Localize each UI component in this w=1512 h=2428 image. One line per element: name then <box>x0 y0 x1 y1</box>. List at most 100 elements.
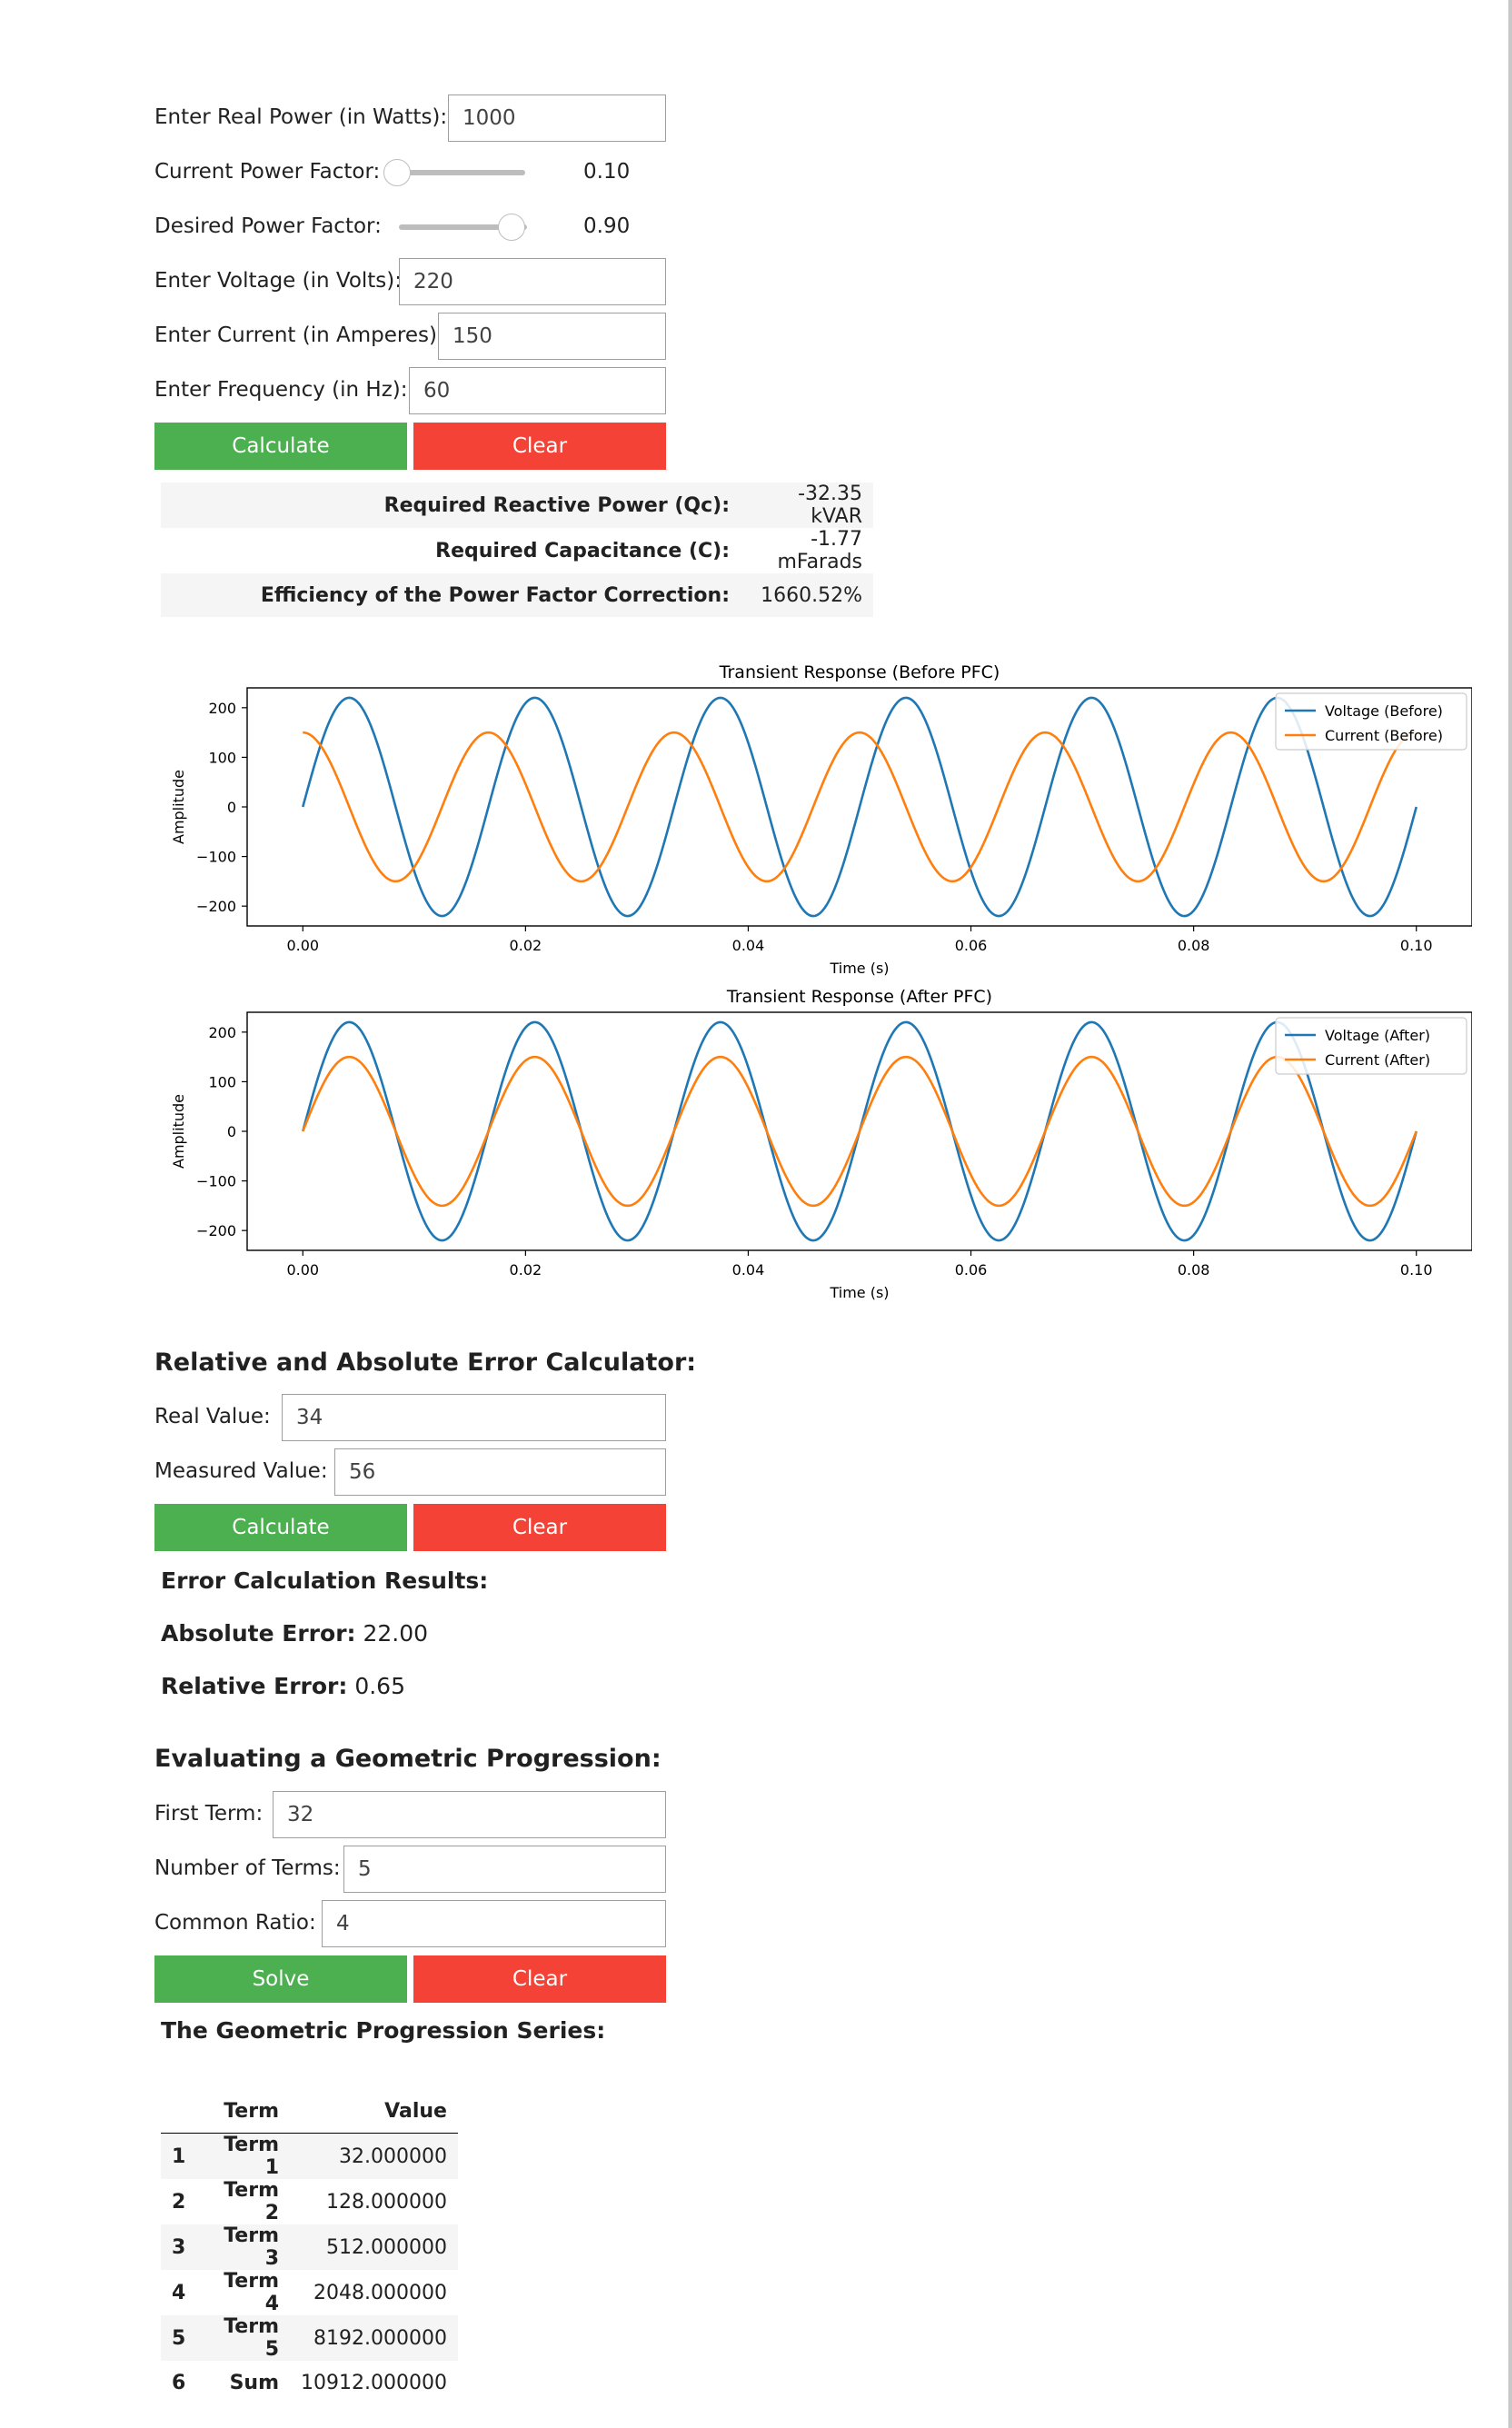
chart-after-pfc: Transient Response (After PFC) 0.00 0.02 0.… <box>170 987 1472 1301</box>
real-power-input[interactable] <box>448 95 666 142</box>
result-key: Required Reactive Power (Qc): <box>383 493 730 517</box>
legend-label: Voltage (Before) <box>1325 702 1443 720</box>
absolute-error-line: Absolute Error: 22.00 <box>161 1620 428 1647</box>
row-value: 2048.000000 <box>313 2281 447 2304</box>
row-value: 512.000000 <box>326 2235 447 2259</box>
y-tick-label: 100 <box>208 749 236 766</box>
real-value-input[interactable] <box>282 1394 666 1441</box>
y-tick-label: −100 <box>196 849 236 866</box>
geo-heading: Evaluating a Geometric Progression: <box>154 1745 662 1773</box>
x-tick-label: 0.00 <box>286 937 319 954</box>
real-value-label: Real Value: <box>154 1405 271 1428</box>
app-page: Enter Real Power (in Watts): Current Pow… <box>0 0 1510 2428</box>
y-tick-label: −200 <box>196 1222 236 1239</box>
measured-value-input[interactable] <box>334 1448 666 1496</box>
result-value: 1660.52% <box>761 583 862 607</box>
x-tick-label: 0.06 <box>955 1261 988 1279</box>
frequency-input[interactable] <box>409 367 666 414</box>
first-term-label: First Term: <box>154 1802 264 1826</box>
table-row: 6 Sum 10912.000000 <box>161 2361 458 2404</box>
y-tick-label: −100 <box>196 1173 236 1190</box>
error-calc-heading: Relative and Absolute Error Calculator: <box>154 1348 697 1377</box>
table-row: 1 Term 1 32.000000 <box>161 2133 458 2179</box>
y-tick-label: 100 <box>208 1073 236 1090</box>
row-value: 32.000000 <box>338 2144 447 2168</box>
legend-label: Voltage (After) <box>1325 1027 1430 1044</box>
page-scrollbar[interactable] <box>1508 0 1512 2428</box>
row-index: 1 <box>172 2144 186 2168</box>
chart-title: Transient Response (After PFC) <box>726 987 992 1007</box>
error-results-heading: Error Calculation Results: <box>161 1567 489 1594</box>
real-power-label: Enter Real Power (in Watts): <box>154 105 448 129</box>
series-line-0 <box>302 696 1418 918</box>
table-row: 4 Term 4 2048.000000 <box>161 2270 458 2315</box>
row-term: Term 5 <box>224 2315 279 2361</box>
x-tick-label: 0.00 <box>286 1261 319 1279</box>
pfc-clear-button[interactable]: Clear <box>413 423 666 470</box>
row-index: 3 <box>172 2235 186 2259</box>
table-row: 5 Term 5 8192.000000 <box>161 2315 458 2361</box>
row-term: Term 4 <box>224 2270 279 2315</box>
current-pf-slider-track[interactable] <box>397 170 525 175</box>
row-index: 6 <box>172 2371 186 2394</box>
error-calculate-button[interactable]: Calculate <box>154 1504 407 1551</box>
x-tick-label: 0.10 <box>1400 937 1433 954</box>
y-tick-label: 0 <box>227 799 236 816</box>
row-index: 5 <box>172 2326 186 2350</box>
row-index: 4 <box>172 2281 186 2304</box>
measured-value-label: Measured Value: <box>154 1459 328 1483</box>
pfc-results-table: Required Reactive Power (Qc): -32.35 kVA… <box>161 483 873 617</box>
result-key: Required Capacitance (C): <box>435 539 730 562</box>
legend-label: Current (Before) <box>1325 727 1443 744</box>
current-pf-slider-thumb[interactable] <box>383 159 411 186</box>
voltage-label: Enter Voltage (in Volts): <box>154 269 403 293</box>
row-index: 2 <box>172 2190 186 2214</box>
row-term: Term 3 <box>224 2224 279 2270</box>
result-value: -32.35 kVAR <box>798 483 862 528</box>
desired-pf-value: 0.90 <box>583 214 631 238</box>
geo-solve-button[interactable]: Solve <box>154 1955 407 2003</box>
x-tick-label: 0.08 <box>1178 1261 1210 1279</box>
row-value: 10912.000000 <box>301 2371 447 2394</box>
x-axis-label: Time (s) <box>829 1284 889 1301</box>
first-term-input[interactable] <box>273 1791 666 1838</box>
geo-index-header <box>161 2089 201 2134</box>
result-value: -1.77 mFarads <box>777 528 863 573</box>
pfc-calculate-button[interactable]: Calculate <box>154 423 407 470</box>
row-value: 8192.000000 <box>313 2326 447 2350</box>
x-tick-label: 0.04 <box>732 937 765 954</box>
geo-table-header: Term Value <box>161 2089 458 2134</box>
chart-title: Transient Response (Before PFC) <box>719 662 1000 682</box>
y-tick-label: −200 <box>196 898 236 915</box>
geo-term-header: Term <box>201 2089 290 2134</box>
row-term: Term 1 <box>224 2134 279 2179</box>
absolute-error-value: 22.00 <box>363 1620 429 1647</box>
y-tick-label: 200 <box>208 700 236 717</box>
result-row-capacitance: Required Capacitance (C): -1.77 mFarads <box>161 528 873 573</box>
x-tick-label: 0.02 <box>510 937 542 954</box>
result-key: Efficiency of the Power Factor Correctio… <box>260 583 730 607</box>
series-line-1 <box>302 1055 1418 1208</box>
row-value: 128.000000 <box>326 2190 447 2214</box>
x-tick-label: 0.08 <box>1178 937 1210 954</box>
x-tick-label: 0.06 <box>955 937 988 954</box>
geo-value-header: Value <box>290 2089 458 2134</box>
x-tick-label: 0.02 <box>510 1261 542 1279</box>
desired-pf-slider-thumb[interactable] <box>498 214 525 241</box>
y-axis-label: Amplitude <box>170 770 187 844</box>
frequency-label: Enter Frequency (in Hz): <box>154 378 408 402</box>
current-pf-label: Current Power Factor: <box>154 160 381 184</box>
geo-clear-button[interactable]: Clear <box>413 1955 666 2003</box>
chart-before-pfc: Transient Response (Before PFC) 0.00 0.02 0… <box>170 662 1472 977</box>
table-row: 3 Term 3 512.000000 <box>161 2224 458 2270</box>
voltage-input[interactable] <box>399 258 666 305</box>
num-terms-input[interactable] <box>343 1846 666 1893</box>
relative-error-label: Relative Error: <box>161 1673 348 1699</box>
current-pf-value: 0.10 <box>583 160 631 184</box>
error-clear-button[interactable]: Clear <box>413 1504 666 1551</box>
relative-error-line: Relative Error: 0.65 <box>161 1673 405 1699</box>
absolute-error-label: Absolute Error: <box>161 1620 356 1647</box>
current-input[interactable] <box>438 313 666 360</box>
y-axis-label: Amplitude <box>170 1094 187 1169</box>
common-ratio-input[interactable] <box>322 1900 666 1947</box>
